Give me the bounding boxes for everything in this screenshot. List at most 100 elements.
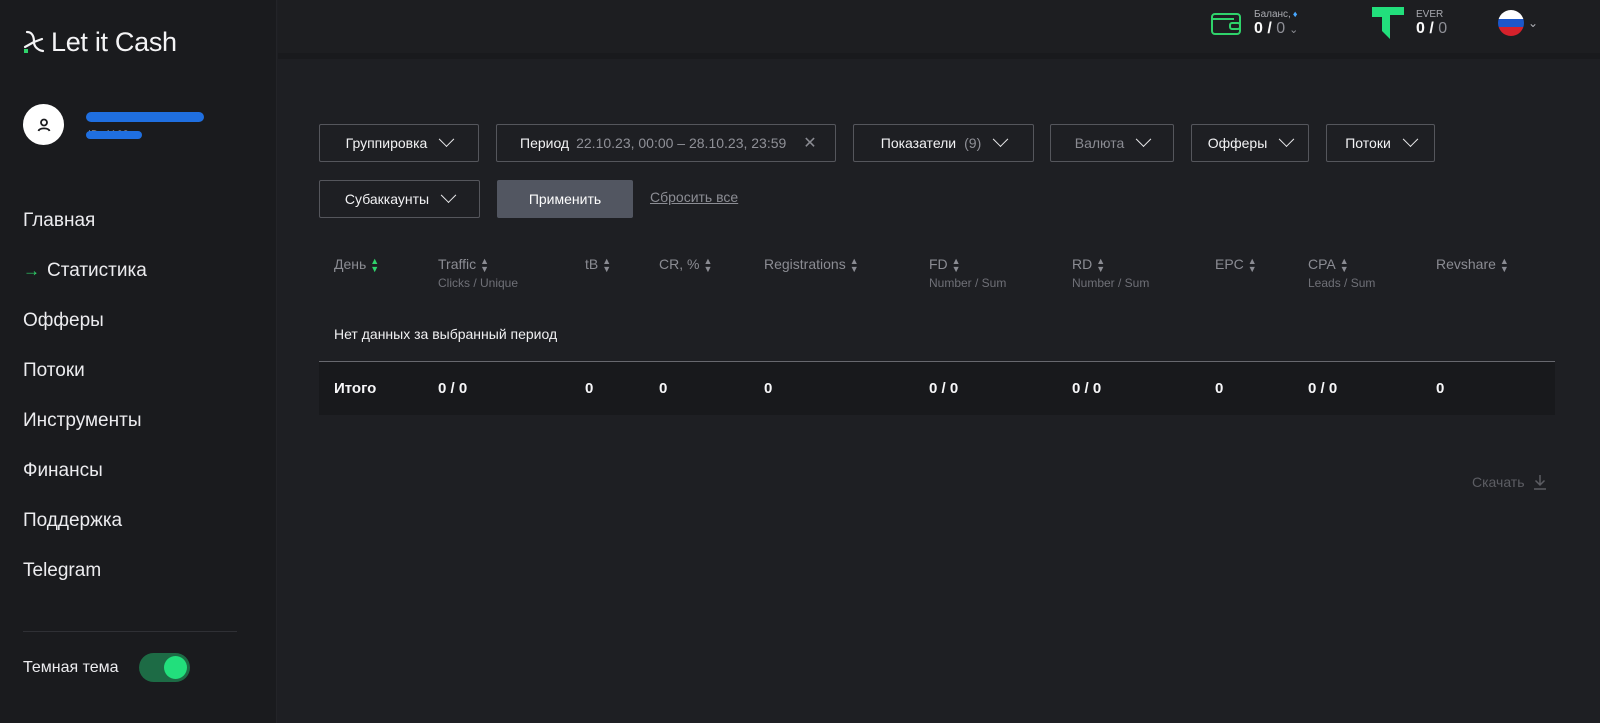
- dark-theme-toggle[interactable]: [138, 653, 190, 682]
- nav-item-statistics[interactable]: → Статистика: [23, 246, 147, 296]
- download-label: Скачать: [1472, 474, 1525, 490]
- chevron-down-icon: [1279, 130, 1295, 147]
- sort-icon: ▲ ▼: [1096, 256, 1106, 275]
- ever-logo-icon: [1372, 7, 1404, 39]
- nav-item-home[interactable]: Главная: [23, 196, 147, 246]
- user-id: ID: 1162: [86, 129, 180, 141]
- brand-name: Let it Cash: [51, 26, 177, 57]
- chevron-down-icon: [439, 130, 455, 147]
- language-selector[interactable]: ⌄: [1498, 10, 1538, 36]
- filter-label: Потоки: [1345, 135, 1391, 151]
- currency-filter[interactable]: Валюта: [1050, 124, 1174, 162]
- redaction-scribble: [86, 111, 204, 122]
- subaccounts-filter[interactable]: Субаккаунты: [319, 180, 480, 218]
- column-label: День: [334, 256, 367, 272]
- chevron-down-icon: [1402, 130, 1419, 147]
- grouping-filter[interactable]: Группировка: [319, 124, 479, 162]
- totals-tb: 0: [585, 380, 594, 397]
- chevron-down-icon: ⌄: [1289, 24, 1299, 36]
- column-header-revshare[interactable]: Revshare ▲ ▼: [1436, 256, 1509, 275]
- column-sublabel: Number / Sum: [929, 276, 1007, 291]
- nav-item-offers[interactable]: Офферы: [23, 296, 147, 346]
- column-sublabel: Number / Sum: [1072, 276, 1150, 291]
- top-bar: Баланс, ♦ 0 / 0 ⌄ EVER 0 / 0 ⌄: [278, 0, 1600, 59]
- period-filter[interactable]: Период 22.10.23, 00:00 – 28.10.23, 23:59…: [496, 124, 836, 162]
- filter-label: Субаккаунты: [344, 191, 430, 207]
- user-profile[interactable]: сн...ве...л.э23... ID: 1162: [23, 104, 204, 145]
- theme-switch-row: Темная тема: [23, 653, 190, 682]
- empty-state-message: Нет данных за выбранный период: [334, 326, 558, 342]
- column-label: Registrations: [764, 256, 846, 272]
- nav-item-label: Офферы: [23, 310, 104, 331]
- sidebar: Let it Cash сн...ве...л.э23... ID: 1162 …: [0, 0, 277, 723]
- logo[interactable]: Let it Cash: [23, 26, 177, 58]
- sort-icon: ▲ ▼: [1339, 256, 1349, 275]
- ever-value: 0 / 0: [1416, 19, 1448, 37]
- chevron-down-icon: ⌄: [1528, 16, 1539, 30]
- nav-item-label: Потоки: [23, 360, 85, 381]
- nav-item-label: Поддержка: [23, 510, 123, 531]
- nav-item-finance[interactable]: Финансы: [23, 446, 147, 496]
- nav-item-label: Финансы: [23, 460, 103, 481]
- totals-cr: 0: [659, 380, 668, 397]
- user-name: сн...ве...л.э23...: [86, 109, 204, 124]
- column-sublabel: Clicks / Unique: [438, 276, 519, 291]
- column-header-cr[interactable]: CR, % ▲ ▼: [659, 256, 713, 275]
- russia-flag-icon: [1498, 10, 1524, 36]
- column-header-fd[interactable]: FD ▲ ▼ Number / Sum: [929, 256, 1006, 290]
- nav-item-label: Главная: [23, 210, 96, 231]
- streams-filter[interactable]: Потоки: [1326, 124, 1435, 162]
- download-button[interactable]: Скачать: [1472, 474, 1547, 490]
- clear-period-icon[interactable]: ✕: [803, 133, 816, 153]
- nav-item-streams[interactable]: Потоки: [23, 346, 147, 396]
- sort-icon: ▲ ▼: [703, 256, 713, 275]
- redaction-scribble: [86, 130, 142, 139]
- ever-widget[interactable]: EVER 0 / 0: [1370, 5, 1447, 41]
- totals-traffic: 0 / 0: [438, 380, 468, 397]
- filter-label: Валюта: [1074, 135, 1125, 151]
- balance-label: Баланс, ♦: [1254, 9, 1298, 20]
- column-label: EPC: [1215, 256, 1244, 272]
- offers-filter[interactable]: Офферы: [1191, 124, 1309, 162]
- wallet-icon: [1211, 12, 1241, 35]
- column-header-tb[interactable]: tB ▲ ▼: [585, 256, 611, 274]
- active-arrow-icon: →: [23, 261, 40, 280]
- column-header-rd[interactable]: RD ▲ ▼ Number / Sum: [1072, 256, 1149, 290]
- column-label: RD: [1072, 256, 1093, 272]
- filter-label: Период: [520, 135, 570, 151]
- column-sublabel: Leads / Sum: [1308, 276, 1376, 291]
- balance-value: 0 / 0 ⌄: [1254, 20, 1299, 37]
- nav-item-label: Инструменты: [23, 410, 142, 431]
- theme-label: Темная тема: [23, 658, 119, 676]
- ever-label: EVER: [1416, 8, 1444, 20]
- sort-icon: ▲ ▼: [849, 256, 859, 275]
- column-header-registrations[interactable]: Registrations ▲ ▼: [764, 256, 859, 275]
- metrics-filter[interactable]: Показатели (9): [853, 124, 1034, 162]
- avatar[interactable]: [23, 104, 64, 145]
- reset-all-link[interactable]: Сбросить все: [650, 189, 738, 205]
- chevron-down-icon: [1135, 130, 1152, 147]
- sort-icon: ▲ ▼: [480, 256, 490, 275]
- sort-icon: ▲ ▼: [951, 256, 961, 275]
- chevron-down-icon: [440, 186, 457, 203]
- sort-icon: ▲ ▼: [370, 256, 380, 275]
- column-header-cpa[interactable]: CPA ▲ ▼ Leads / Sum: [1308, 256, 1375, 290]
- apply-button[interactable]: Применить: [497, 180, 633, 218]
- column-label: tB: [585, 256, 599, 272]
- column-label: FD: [929, 256, 948, 272]
- sort-icon: ▲ ▼: [1499, 256, 1509, 275]
- column-label: Revshare: [1436, 256, 1496, 272]
- main-nav: Главная → Статистика Офферы Потоки Инстру…: [23, 196, 147, 596]
- diamond-icon: ♦: [1292, 9, 1298, 19]
- column-header-day[interactable]: День ▲ ▼: [334, 256, 380, 275]
- nav-item-support[interactable]: Поддержка: [23, 496, 147, 546]
- nav-item-tools[interactable]: Инструменты: [23, 396, 147, 446]
- totals-revshare: 0: [1436, 380, 1445, 397]
- filter-label: Группировка: [345, 135, 428, 151]
- totals-cpa: 0 / 0: [1308, 380, 1338, 397]
- column-label: Traffic: [438, 256, 477, 272]
- balance-widget[interactable]: Баланс, ♦ 0 / 0 ⌄: [1210, 9, 1298, 38]
- nav-item-telegram[interactable]: Telegram: [23, 546, 147, 596]
- column-header-traffic[interactable]: Traffic ▲ ▼ Clicks / Unique: [438, 256, 518, 290]
- column-header-epc[interactable]: EPC ▲ ▼: [1215, 256, 1257, 274]
